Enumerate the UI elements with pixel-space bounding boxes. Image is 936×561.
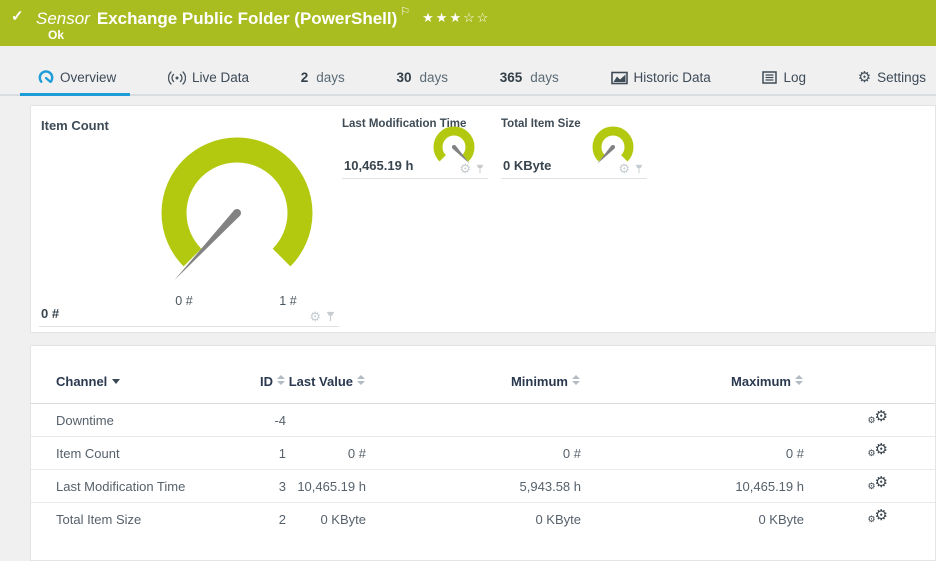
channel-maximum: 0 #	[581, 436, 804, 470]
table-header-row: Channel ID Last Value Minimum Maximum	[31, 366, 935, 404]
channel-settings-icon[interactable]: ⚙ ⚙	[868, 441, 890, 461]
tab-live-data[interactable]: Live Data	[167, 70, 250, 96]
tab-historic-data[interactable]: Historic Data	[610, 70, 711, 96]
channel-name[interactable]: Total Item Size	[31, 502, 256, 536]
gauge-icon	[38, 70, 54, 83]
channels-table: Channel ID Last Value Minimum Maximum Do…	[31, 366, 935, 536]
table-row[interactable]: Item Count 1 0 # 0 # 0 # ⚙ ⚙	[31, 436, 935, 470]
gauge-scale-min: 0 #	[175, 294, 192, 308]
title-line: Sensor Exchange Public Folder (PowerShell…	[36, 5, 490, 29]
channel-name[interactable]: Item Count	[31, 436, 256, 470]
gauge-title: Total Item Size	[501, 118, 581, 130]
table-row[interactable]: Downtime -4 ⚙ ⚙	[31, 404, 935, 437]
sort-desc-icon	[112, 379, 121, 384]
tab-days-number: 365	[499, 70, 523, 85]
status-check-icon: ✓	[11, 8, 24, 25]
channels-panel: Channel ID Last Value Minimum Maximum Do…	[30, 345, 936, 561]
tab-days-unit: days	[530, 70, 559, 85]
channel-last-value: 0 #	[286, 436, 366, 470]
gauges-panel: Item Count 0 # 1 # 0 # ⚙ Last Modificati…	[30, 105, 936, 333]
channel-id: 3	[256, 469, 286, 503]
pin-icon[interactable]	[325, 311, 336, 322]
tab-days-unit: days	[316, 70, 345, 85]
page-title: Exchange Public Folder (PowerShell)	[96, 9, 398, 28]
gauge-block-last-modification-time: Last Modification Time 10,465.19 h ⚙	[342, 118, 488, 179]
tab-days-number: 30	[396, 70, 412, 85]
channel-minimum: 0 #	[366, 436, 581, 470]
column-header-maximum[interactable]: Maximum	[581, 366, 804, 404]
gauge-scale-max: 1 #	[279, 294, 296, 308]
gauge-settings-icon[interactable]: ⚙	[618, 162, 630, 175]
gauge-current-value: 0 #	[41, 306, 60, 321]
gauge-title: Item Count	[41, 118, 109, 133]
gauge-block-item-count: Item Count 0 # 1 # 0 # ⚙	[39, 114, 339, 327]
channel-settings-icon[interactable]: ⚙ ⚙	[868, 474, 890, 494]
gear-icon: ⚙	[857, 69, 872, 86]
channel-settings-icon[interactable]: ⚙ ⚙	[868, 408, 890, 428]
channel-name[interactable]: Downtime	[31, 404, 256, 437]
tab-label: Settings	[877, 70, 926, 85]
gauge-block-total-item-size: Total Item Size 0 KByte ⚙	[501, 118, 647, 179]
gauge-actions: ⚙	[618, 162, 644, 175]
priority-flag-icon[interactable]: ⚐	[400, 6, 410, 18]
pin-icon[interactable]	[475, 164, 485, 174]
channel-last-value: 0 KByte	[286, 502, 366, 536]
channel-maximum: 0 KByte	[581, 502, 804, 536]
tab-label: Live Data	[191, 70, 250, 85]
channel-id: -4	[274, 412, 286, 428]
channel-minimum: 5,943.58 h	[366, 469, 581, 503]
gauge-settings-icon[interactable]: ⚙	[309, 310, 321, 323]
column-header-id[interactable]: ID	[256, 366, 286, 404]
tab-label: Overview	[60, 69, 117, 85]
tab-days-unit: days	[419, 70, 449, 85]
channel-maximum	[581, 404, 804, 437]
column-header-last-value[interactable]: Last Value	[286, 366, 366, 404]
column-header-actions	[804, 366, 935, 404]
tab-settings[interactable]: ⚙ Settings	[858, 70, 926, 96]
channel-name[interactable]: Last Modification Time	[31, 469, 256, 503]
tab-log[interactable]: Log	[762, 70, 806, 96]
tab-label: Historic Data	[633, 70, 711, 85]
channel-settings-icon[interactable]: ⚙ ⚙	[868, 507, 890, 527]
tab-365-days[interactable]: 365 days	[500, 70, 559, 96]
sensor-header: ✓ Sensor Exchange Public Folder (PowerShe…	[0, 0, 936, 46]
channel-id: 1	[256, 436, 286, 470]
channel-minimum	[366, 404, 581, 437]
sensor-page: ✓ Sensor Exchange Public Folder (PowerShe…	[0, 0, 936, 561]
channel-maximum: 10,465.19 h	[581, 469, 804, 503]
tab-days-number: 2	[300, 70, 309, 85]
priority-stars[interactable]: ★★★☆☆	[422, 10, 490, 25]
channel-last-value	[286, 404, 366, 437]
table-row[interactable]: Last Modification Time 3 10,465.19 h 5,9…	[31, 469, 935, 503]
column-header-channel[interactable]: Channel	[31, 366, 256, 404]
tab-overview[interactable]: Overview	[19, 69, 131, 96]
sort-icon	[795, 375, 804, 385]
channel-id: 2	[256, 502, 286, 536]
tab-2-days[interactable]: 2 days	[301, 70, 345, 96]
item-count-gauge[interactable]: 0 # 1 #	[144, 124, 334, 309]
area-chart-icon	[610, 71, 628, 84]
sort-icon	[357, 375, 366, 385]
gauge-settings-icon[interactable]: ⚙	[459, 162, 471, 175]
pin-icon[interactable]	[634, 164, 644, 174]
channel-minimum: 0 KByte	[366, 502, 581, 536]
object-kind-label: Sensor	[36, 9, 90, 28]
log-list-icon	[762, 71, 778, 84]
broadcast-icon	[167, 70, 186, 85]
table-row[interactable]: Total Item Size 2 0 KByte 0 KByte 0 KByt…	[31, 502, 935, 536]
gauge-actions: ⚙	[459, 162, 485, 175]
tab-label: Log	[783, 70, 807, 85]
column-header-minimum[interactable]: Minimum	[366, 366, 581, 404]
gauge-current-value: 10,465.19 h	[344, 158, 414, 173]
gauge-current-value: 0 KByte	[503, 158, 552, 173]
sort-icon	[572, 375, 581, 385]
tab-30-days[interactable]: 30 days	[396, 70, 448, 96]
gauge-actions: ⚙	[309, 310, 336, 323]
tab-bar: Overview Live Data 2 days 30 days 365 da…	[0, 60, 936, 96]
status-badge: Ok	[48, 28, 65, 42]
channel-last-value: 10,465.19 h	[286, 469, 366, 503]
sort-icon	[277, 375, 286, 385]
